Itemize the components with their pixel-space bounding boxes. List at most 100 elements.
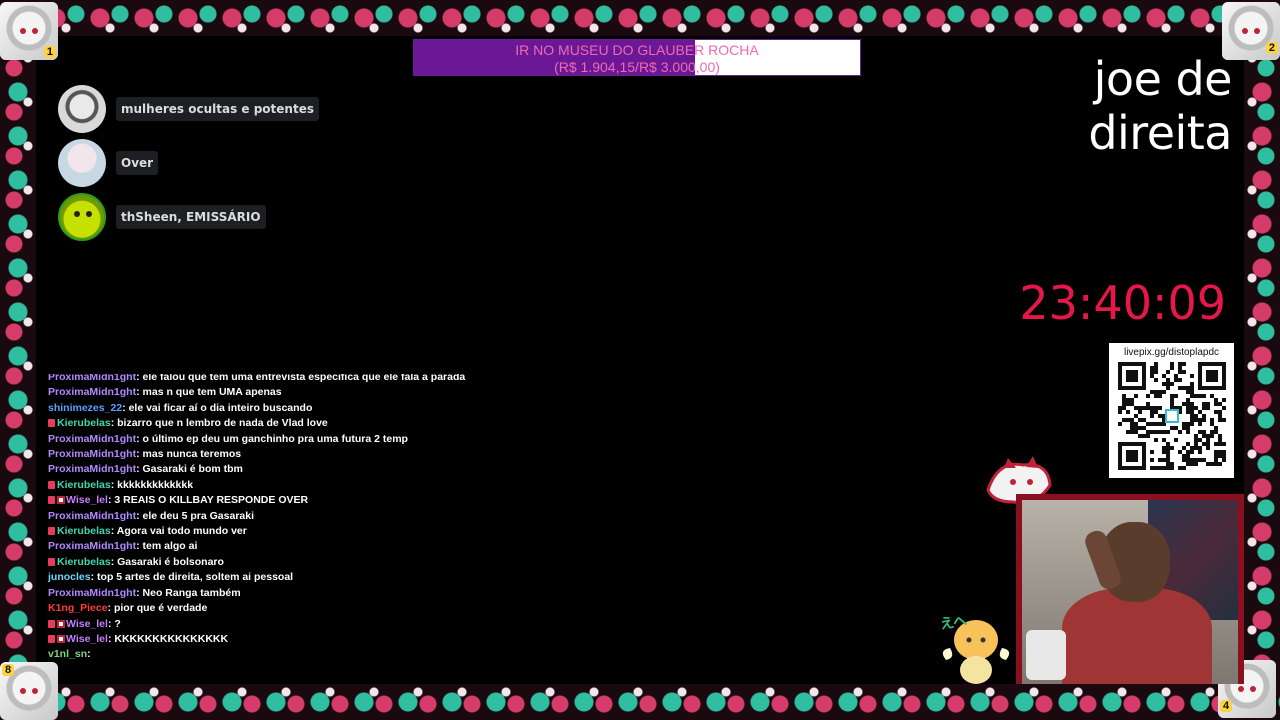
chat-username[interactable]: Kierubelas xyxy=(57,417,111,429)
decorative-border-top xyxy=(0,0,1280,36)
chat-username[interactable]: ProximaMidn1ght xyxy=(48,540,136,552)
chat-separator: : xyxy=(136,586,143,599)
chat-text: pior que é verdade xyxy=(113,602,208,615)
chat-separator: : xyxy=(136,386,143,399)
mascot-label: えへ xyxy=(939,612,969,632)
chat-message: ProximaMidn1ght: Gasaraki é bom tbm xyxy=(48,462,478,477)
pen-badge-icon xyxy=(48,480,55,489)
microphone-icon xyxy=(1026,630,1066,680)
chat-message: K1ng_Piece: pior que é verdade xyxy=(48,601,478,616)
pen-badge-icon xyxy=(48,527,55,536)
chat-separator: : xyxy=(136,540,143,553)
chat-username[interactable]: ProximaMidn1ght xyxy=(48,510,136,522)
qr-url: livepix.gg/distoplapdc xyxy=(1123,347,1220,358)
chat-text: bizarro que n lembro de nada de Vlad lov… xyxy=(117,417,328,430)
chat-text: o último ep deu um ganchinho pra uma fut… xyxy=(142,432,408,445)
corner-number: 2 xyxy=(1265,42,1278,54)
chat-separator: : xyxy=(136,432,143,445)
corner-number: 4 xyxy=(1220,700,1233,712)
chat-separator: : xyxy=(136,509,143,522)
voice-member-name: Over xyxy=(116,151,159,175)
chat-message: Kierubelas: bizarro que n lembro de nada… xyxy=(48,416,478,431)
subscriber-badge-icon xyxy=(57,496,65,505)
chat-message: ProximaMidn1ght: mas nunca teremos xyxy=(48,447,478,462)
chat-text: 3 REAIS O KILLBAY RESPONDE OVER xyxy=(114,494,309,507)
chat-separator: : xyxy=(107,602,114,615)
chat-username[interactable]: Kierubelas xyxy=(57,525,111,537)
qr-code-icon xyxy=(1117,362,1226,470)
chat-username[interactable]: Kierubelas xyxy=(57,556,111,568)
voice-member: mulheres ocultas e potentes xyxy=(58,85,319,133)
chat-username[interactable]: v1nl_sn xyxy=(48,648,87,660)
subscriber-badge-icon xyxy=(57,619,65,628)
chat-message: ProximaMidn1ght: mas n que tem UMA apena… xyxy=(48,385,478,400)
chat-message: ProximaMidn1ght: o último ep deu um ganc… xyxy=(48,432,478,447)
chat-message: Kierubelas: kkkkkkkkkkkkk xyxy=(48,478,478,493)
chat-log: ProximaMidn1ght: ele falou que tem uma e… xyxy=(48,374,478,684)
chat-text: tem algo ai xyxy=(142,540,198,553)
chat-username[interactable]: ProximaMidn1ght xyxy=(48,463,136,475)
pen-badge-icon xyxy=(48,619,55,628)
goal-progress-text: (R$ 1.904,15/R$ 3.000,00) xyxy=(554,59,720,75)
voice-member-name: thSheen, EMISSÁRIO xyxy=(116,205,266,229)
chat-text: Agora vai todo mundo ver xyxy=(116,525,247,538)
chat-message: ProximaMidn1ght: Neo Ranga também xyxy=(48,586,478,601)
chat-text: Neo Ranga também xyxy=(142,586,241,599)
chat-message: Wise_lel: KKKKKKKKKKKKKKK xyxy=(48,632,478,647)
chat-text: top 5 artes de direita, soltem ai pessoa… xyxy=(97,571,294,584)
chat-username[interactable]: Wise_lel xyxy=(66,618,108,630)
chat-message: Wise_lel: ? xyxy=(48,617,478,632)
chat-username[interactable]: junocles xyxy=(48,571,91,583)
corner-avatar-top-left: 1 xyxy=(0,2,58,60)
chat-message: Wise_lel: 3 REAIS O KILLBAY RESPONDE OVE… xyxy=(48,493,478,508)
pen-badge-icon xyxy=(48,419,55,428)
chat-username[interactable]: ProximaMidn1ght xyxy=(48,587,136,599)
chat-message: v1nl_sn: xyxy=(48,647,478,662)
chat-username[interactable]: ProximaMidn1ght xyxy=(48,433,136,445)
chat-message: ProximaMidn1ght: tem algo ai xyxy=(48,539,478,554)
chat-text: kkkkkkkkkkkkk xyxy=(117,478,194,491)
avatar xyxy=(58,85,106,133)
goal-title: IR NO MUSEU DO GLAUBER ROCHA xyxy=(515,42,759,58)
chat-message: shinimezes_22: ele vai ficar aí o dia in… xyxy=(48,401,478,416)
subscriber-badge-icon xyxy=(57,634,65,643)
chat-text: ele vai ficar aí o dia inteiro buscando xyxy=(128,401,313,414)
chat-separator: : xyxy=(122,401,129,414)
chat-username[interactable]: shinimezes_22 xyxy=(48,402,122,414)
donation-qr-panel: livepix.gg/distoplapdc xyxy=(1109,343,1234,478)
chat-username[interactable]: Wise_lel xyxy=(66,633,108,645)
goal-text: IR NO MUSEU DO GLAUBER ROCHA (R$ 1.904,1… xyxy=(414,40,860,75)
chat-username[interactable]: ProximaMidn1ght xyxy=(48,448,136,460)
corner-number: 1 xyxy=(43,46,56,58)
decorative-border-bottom xyxy=(0,684,1280,720)
chat-text: Gasaraki é bolsonaro xyxy=(117,555,224,568)
pen-badge-icon xyxy=(48,496,55,505)
corner-number: 8 xyxy=(2,664,15,676)
pen-badge-icon xyxy=(48,634,55,643)
chat-username[interactable]: ProximaMidn1ght xyxy=(48,374,136,383)
voice-member-name: mulheres ocultas e potentes xyxy=(116,97,319,121)
stream-clock: 23:40:09 xyxy=(1019,276,1226,330)
streamer-body xyxy=(1062,588,1212,684)
chat-separator: : xyxy=(136,463,143,476)
chat-text: ele falou que tem uma entrevista específ… xyxy=(142,374,466,383)
chat-username[interactable]: Kierubelas xyxy=(57,479,111,491)
chat-text: mas n que tem UMA apenas xyxy=(142,386,282,399)
chat-username[interactable]: ProximaMidn1ght xyxy=(48,386,136,398)
chat-separator: : xyxy=(136,374,143,383)
chat-username[interactable]: K1ng_Piece xyxy=(48,602,108,614)
decorative-border-right xyxy=(1244,36,1280,684)
chat-username[interactable]: Wise_lel xyxy=(66,494,108,506)
chat-message: junocles: top 5 artes de direita, soltem… xyxy=(48,570,478,585)
voice-member: thSheen, EMISSÁRIO xyxy=(58,193,319,241)
decorative-border-left xyxy=(0,36,36,684)
chat-message: ProximaMidn1ght: ele falou que tem uma e… xyxy=(48,374,478,385)
chat-text: Gasaraki é bom tbm xyxy=(142,463,243,476)
chat-separator: : xyxy=(110,525,117,538)
webcam-feed xyxy=(1022,500,1238,684)
chat-separator: : xyxy=(136,448,143,461)
chat-separator: : xyxy=(87,648,91,661)
donation-goal-bar: IR NO MUSEU DO GLAUBER ROCHA (R$ 1.904,1… xyxy=(413,39,861,76)
chat-text: ele deu 5 pra Gasaraki xyxy=(142,509,254,522)
chat-message: ProximaMidn1ght: ele deu 5 pra Gasaraki xyxy=(48,509,478,524)
